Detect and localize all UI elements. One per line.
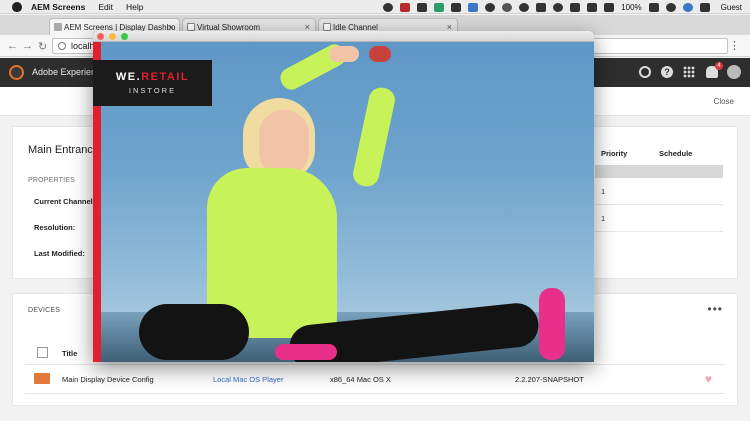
priority-value: 1 xyxy=(601,187,606,196)
sync-icon[interactable] xyxy=(485,2,496,12)
table-row[interactable]: 1 xyxy=(595,178,723,205)
player-titlebar[interactable] xyxy=(93,31,594,42)
forward-icon[interactable]: → xyxy=(22,40,33,52)
volume-icon[interactable] xyxy=(604,2,615,12)
logo-line1: WE.RETAIL xyxy=(115,71,190,83)
info-icon[interactable] xyxy=(519,2,530,12)
column-priority[interactable]: Priority xyxy=(601,149,627,158)
column-schedule[interactable]: Schedule xyxy=(659,149,692,158)
device-platform: x86_64 Mac OS X xyxy=(330,375,391,384)
wifi-icon[interactable] xyxy=(587,2,598,12)
document-favicon-icon xyxy=(187,23,195,31)
back-icon[interactable]: ← xyxy=(7,40,18,52)
more-options-icon[interactable]: ••• xyxy=(707,302,723,316)
current-channel-label: Current Channel: xyxy=(34,197,96,206)
user-name[interactable]: Guest xyxy=(721,3,742,12)
reload-icon[interactable]: ↻ xyxy=(38,40,47,53)
window-minimize-icon[interactable] xyxy=(109,33,116,40)
devices-header: DEVICES xyxy=(28,307,61,314)
shield-icon[interactable] xyxy=(400,2,411,12)
browser-menu-icon[interactable]: ⋮ xyxy=(729,39,740,52)
notification-badge: 4 xyxy=(715,62,723,70)
siri-icon[interactable] xyxy=(682,2,693,12)
creative-cloud-icon[interactable] xyxy=(502,2,513,12)
menu-app-name[interactable]: AEM Screens xyxy=(31,2,85,12)
select-all-checkbox[interactable] xyxy=(37,347,48,358)
clock-icon[interactable] xyxy=(553,2,564,12)
battery-icon[interactable] xyxy=(648,2,659,12)
status-tray: 100% Guest xyxy=(383,0,750,14)
adobe-logo-icon[interactable] xyxy=(9,65,24,80)
device-thumbnail-icon xyxy=(34,373,50,384)
printer-icon[interactable] xyxy=(417,2,428,12)
help-icon[interactable]: ? xyxy=(661,66,673,78)
device-title: Main Display Device Config xyxy=(62,375,154,384)
document-favicon-icon xyxy=(323,23,331,31)
window-close-icon[interactable] xyxy=(97,33,104,40)
aem-favicon-icon xyxy=(54,23,62,31)
display-icon[interactable] xyxy=(536,2,547,12)
table-row[interactable]: 1 xyxy=(595,205,723,232)
player-window[interactable]: WE.RETAIL INSTORE xyxy=(93,31,594,362)
display-title: Main Entrance xyxy=(28,144,99,156)
we-retail-logo: WE.RETAIL INSTORE xyxy=(93,60,212,106)
search-icon[interactable] xyxy=(639,66,651,78)
schedule-table-selection-bar xyxy=(595,165,723,178)
site-info-icon[interactable] xyxy=(58,42,66,50)
priority-value: 1 xyxy=(601,214,606,223)
notification-center-icon[interactable] xyxy=(699,2,710,12)
heart-icon: ♥ xyxy=(704,372,712,386)
last-modified-label: Last Modified: xyxy=(34,249,85,258)
notifications-bell-icon[interactable]: 4 xyxy=(706,62,723,78)
column-title[interactable]: Title xyxy=(62,349,77,358)
menu-help[interactable]: Help xyxy=(126,2,143,12)
schedule-table-header: Priority Schedule xyxy=(595,147,723,165)
spotlight-icon[interactable] xyxy=(665,2,676,12)
device-player-link[interactable]: Local Mac OS Player xyxy=(213,375,283,384)
properties-header: PROPERTIES xyxy=(28,177,75,184)
record-icon[interactable] xyxy=(383,2,394,12)
bluetooth-icon[interactable] xyxy=(570,2,581,12)
resolution-label: Resolution: xyxy=(34,223,76,232)
table-row[interactable]: Main Display Device Config Local Mac OS … xyxy=(25,364,725,394)
battery-percent: 100% xyxy=(621,2,642,12)
user-avatar-icon[interactable] xyxy=(727,65,741,79)
apple-icon[interactable] xyxy=(12,1,22,12)
macos-menubar: AEM Screens Edit Help 100% Guest xyxy=(0,0,750,14)
device-version: 2.2.207-SNAPSHOT xyxy=(515,375,584,384)
clipboard-icon[interactable] xyxy=(451,2,462,12)
solutions-grid-icon[interactable] xyxy=(683,66,695,78)
dropbox-icon[interactable] xyxy=(468,2,479,12)
logo-line2: INSTORE xyxy=(128,86,177,95)
close-button[interactable]: Close xyxy=(714,97,734,106)
player-content: WE.RETAIL INSTORE xyxy=(93,40,594,362)
window-zoom-icon[interactable] xyxy=(121,33,128,40)
menu-edit[interactable]: Edit xyxy=(98,2,113,12)
app-status-icon[interactable] xyxy=(434,2,445,12)
